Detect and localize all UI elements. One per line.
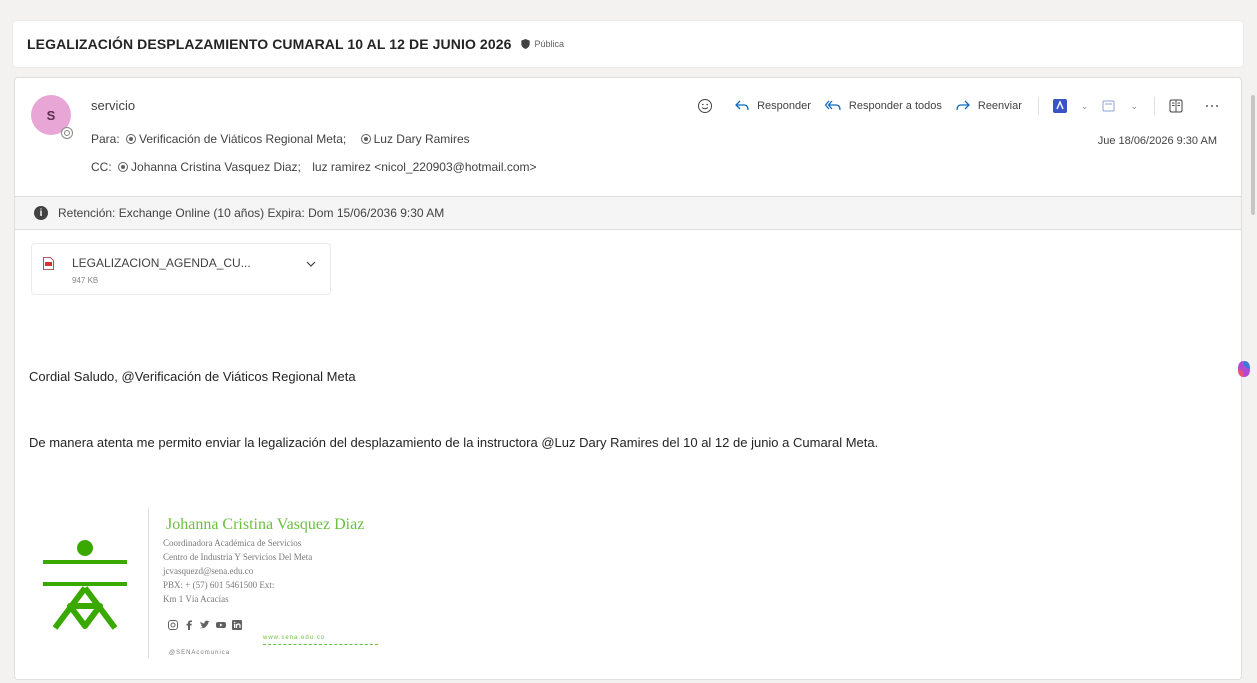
signature-role: Coordinadora Académica de Servicios — [163, 538, 302, 548]
forward-button[interactable]: Reenviar — [956, 100, 1022, 112]
app-launcher-icon — [1052, 99, 1067, 113]
actions-dropdown-button[interactable]: ⌄ — [1102, 99, 1138, 113]
signature-handle: @SENAcomunica — [169, 650, 231, 656]
info-icon: i — [34, 206, 48, 220]
signature-address: Km 1 Vía Acacías — [163, 594, 229, 604]
attachment-size: 947 KB — [72, 276, 99, 285]
body-paragraph: De manera atenta me permito enviar la le… — [29, 435, 879, 450]
sena-logo — [43, 540, 127, 630]
signature-email[interactable]: jcvasquezd@sena.edu.co — [163, 566, 253, 576]
signature-divider — [148, 508, 149, 658]
signature-phone: PBX: + (57) 601 5461500 Ext: — [163, 580, 275, 590]
contact-icon — [126, 134, 137, 144]
reader-icon — [1169, 99, 1183, 113]
recipient[interactable]: Johanna Cristina Vasquez Diaz; — [131, 160, 301, 174]
reply-label: Responder — [757, 100, 811, 112]
pdf-file-icon — [43, 257, 54, 270]
message-card: S servicio Para: Verificación de Viático… — [14, 77, 1242, 680]
contact-icon — [360, 134, 371, 144]
retention-banner: i Retención: Exchange Online (10 años) E… — [15, 196, 1241, 230]
emoji-reaction-button[interactable] — [697, 98, 721, 114]
signature-name: Johanna Cristina Vasquez Diaz — [166, 516, 365, 533]
recipient[interactable]: luz ramirez <nicol_220903@hotmail.com> — [312, 160, 536, 174]
reply-button[interactable]: Responder — [735, 100, 811, 112]
reply-all-icon — [824, 100, 841, 111]
immersive-reader-button[interactable] — [1169, 99, 1191, 113]
toolbar-divider — [1037, 97, 1039, 115]
retention-text: Retención: Exchange Online (10 años) Exp… — [58, 206, 445, 220]
cc-label: CC: — [91, 160, 112, 174]
sensitivity-label[interactable]: Pública — [534, 39, 564, 49]
facebook-icon[interactable] — [184, 620, 194, 630]
apps-button[interactable]: ⌄ — [1052, 99, 1089, 113]
reply-all-button[interactable]: Responder a todos — [824, 100, 942, 112]
scrollbar[interactable] — [1251, 95, 1255, 215]
recipient[interactable]: Verificación de Viáticos Regional Meta; — [139, 132, 346, 146]
received-date: Jue 18/06/2026 9:30 AM — [1097, 135, 1217, 147]
email-subject: LEGALIZACIÓN DESPLAZAMIENTO CUMARAL 10 A… — [27, 36, 512, 52]
signature-center: Centro de Industria Y Servicios Del Meta — [163, 552, 313, 562]
reply-icon — [735, 100, 749, 111]
forward-icon — [956, 100, 970, 111]
chevron-down-icon[interactable] — [305, 258, 317, 270]
instagram-icon[interactable] — [168, 620, 178, 630]
chevron-down-icon: ⌄ — [1080, 100, 1089, 111]
more-icon — [1206, 105, 1218, 107]
email-signature: Johanna Cristina Vasquez Diaz Coordinado… — [35, 508, 435, 678]
chevron-down-icon: ⌄ — [1130, 100, 1138, 111]
window-icon — [1102, 100, 1115, 112]
signature-website[interactable]: www.sena.edu.co — [263, 635, 325, 641]
contact-icon — [118, 162, 129, 172]
presence-status-icon — [61, 127, 73, 139]
recipient[interactable]: Luz Dary Ramires — [374, 132, 470, 146]
sender-name[interactable]: servicio — [91, 98, 135, 113]
subject-bar: LEGALIZACIÓN DESPLAZAMIENTO CUMARAL 10 A… — [12, 20, 1244, 68]
message-actions-toolbar: Responder Responder a todos Reenviar ⌄ ⌄ — [683, 94, 1227, 118]
to-recipients: Para: Verificación de Viáticos Regional … — [91, 132, 470, 146]
toolbar-divider — [1154, 97, 1155, 115]
attachment-card[interactable]: LEGALIZACION_AGENDA_CU... 947 KB — [31, 243, 331, 295]
cc-recipients: CC: Johanna Cristina Vasquez Diaz; luz r… — [91, 160, 537, 174]
shield-icon — [521, 39, 531, 49]
youtube-icon[interactable] — [216, 620, 226, 630]
more-actions-button[interactable] — [1205, 104, 1227, 108]
copilot-icon[interactable] — [1236, 360, 1252, 378]
reply-all-label: Responder a todos — [848, 100, 942, 112]
social-links — [168, 620, 242, 630]
to-label: Para: — [91, 132, 120, 146]
linkedin-icon[interactable] — [232, 620, 242, 630]
body-greeting: Cordial Saludo, @Verificación de Viático… — [29, 369, 356, 384]
forward-label: Reenviar — [977, 100, 1022, 112]
twitter-icon[interactable] — [200, 620, 210, 630]
smiley-icon — [698, 99, 713, 113]
attachment-name: LEGALIZACION_AGENDA_CU... — [72, 256, 251, 270]
website-underline — [263, 644, 378, 645]
